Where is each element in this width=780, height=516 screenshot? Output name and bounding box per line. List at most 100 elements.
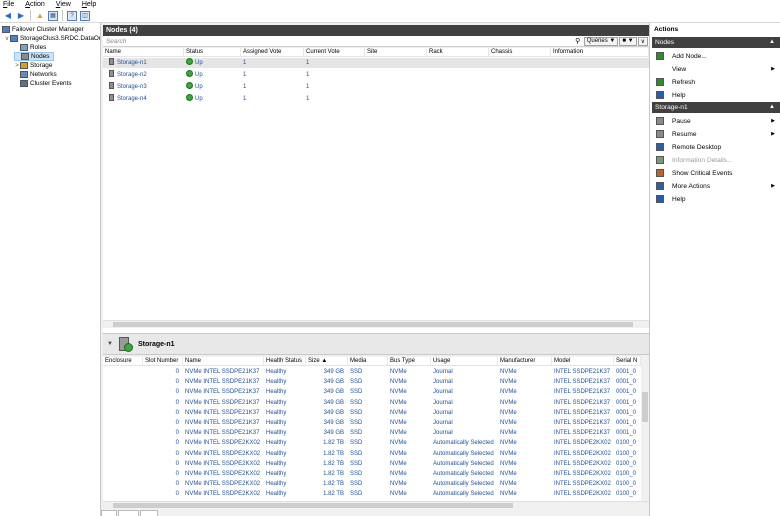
scroll-thumb[interactable] [113,503,513,508]
scroll-thumb[interactable] [113,322,633,327]
column-header-manufacturer[interactable]: Manufacturer [498,357,552,365]
scroll-thumb[interactable] [642,392,648,422]
collapse-section-icon[interactable]: ▲ [769,102,775,113]
manufacturer-cell: NVMe [500,399,517,406]
usage-cell: Journal [433,420,453,426]
back-arrow-icon[interactable]: ◀ [3,11,13,21]
help-icon [656,91,664,99]
column-header-size[interactable]: Size ▲ [306,357,348,365]
collapse-search-button[interactable]: ∨ [637,36,648,46]
tree-item-failover-cluster-manager[interactable]: Failover Cluster Manager [2,25,84,34]
tree-item-roles[interactable]: Roles [14,43,46,52]
disks-vertical-scrollbar[interactable] [641,357,649,507]
action-help[interactable]: Help [652,89,780,101]
table-row[interactable]: 0 NVMe INTEL SSDPE2KX02 Healthy 1.82 TB SSD N… [103,449,641,459]
column-header-rack[interactable]: Rack [427,48,489,56]
column-header-model[interactable]: Model [552,357,614,365]
status-up-icon [186,94,193,101]
column-header-current-vote[interactable]: Current Vote [304,48,365,56]
table-row[interactable]: 0 NVMe INTEL SSDPE21K37 Healthy 349 GB SSD NV… [103,408,641,418]
pause-icon [656,117,664,125]
table-row[interactable]: 0 NVMe INTEL SSDPE21K37 Healthy 349 GB SSD NV… [103,377,641,387]
column-header-bus-type[interactable]: Bus Type [388,357,431,365]
disk-name-cell: NVMe INTEL SSDPE21K37 [185,420,260,426]
action-add-node[interactable]: Add Node... [652,50,780,62]
column-header-status[interactable]: Status [184,48,241,56]
tree-item-storageclus3-srdc-dataon[interactable]: v StorageClus3.SRDC.DataOn [4,34,101,43]
save-query-button[interactable]: ■ ▼ [619,36,637,46]
menu-view[interactable]: View [56,1,71,8]
disk-name-cell: NVMe INTEL SSDPE2KX02 [185,491,261,498]
node-name-cell: Storage-n3 [103,82,184,92]
menu-help[interactable]: Help [82,1,96,8]
table-row[interactable]: Storage-n2 Up 1 1 [103,70,649,80]
slot-number-cell: 0 [175,460,179,467]
table-row[interactable]: Storage-n1 Up 1 1 [103,58,649,68]
tree-item-networks[interactable]: Networks [14,70,57,79]
table-row[interactable]: Storage-n4 Up 1 1 [103,94,649,104]
column-header-usage[interactable]: Usage [431,357,498,365]
menu-action[interactable]: Action [25,1,44,8]
size-cell: 349 GB [323,369,344,375]
table-row[interactable]: 0 NVMe INTEL SSDPE21K37 Healthy 349 GB SSD NV… [103,428,641,438]
action-remote-desktop[interactable]: Remote Desktop [652,141,780,153]
serial-number-cell: 0100_0 [616,450,637,457]
action-view[interactable]: View ▶ [652,63,780,75]
action-refresh[interactable]: Refresh [652,76,780,88]
table-row[interactable]: 0 NVMe INTEL SSDPE21K37 Healthy 349 GB SSD NV… [103,367,641,377]
actions-section-nodes[interactable]: Nodes ▲ [652,37,780,48]
submenu-arrow-icon: ▶ [771,118,775,124]
table-row[interactable]: 0 NVMe INTEL SSDPE2KX02 Healthy 1.82 TB SSD N… [103,469,641,479]
actions-section-storage-n1[interactable]: Storage-n1 ▲ [652,102,780,113]
column-header-media[interactable]: Media [348,357,388,365]
table-row[interactable]: 0 NVMe INTEL SSDPE2KX02 Healthy 1.82 TB SSD N… [103,489,641,499]
column-header-assigned-vote[interactable]: Assigned Vote [241,48,304,56]
tree-item-cluster-events[interactable]: Cluster Events [14,79,72,88]
table-row[interactable]: Storage-n3 Up 1 1 [103,82,649,92]
action-resume[interactable]: Resume ▶ [652,128,780,140]
table-row[interactable]: 0 NVMe INTEL SSDPE2KX02 Healthy 1.82 TB SSD N… [103,479,641,489]
show-hide-tree-icon[interactable]: ▦ [48,10,58,21]
table-row[interactable]: 0 NVMe INTEL SSDPE21K37 Healthy 349 GB SSD NV… [103,418,641,428]
tree-item-nodes[interactable]: Nodes [14,52,54,61]
column-header-serial-n[interactable]: Serial N [614,357,641,365]
column-header-health-status[interactable]: Health Status [264,357,306,365]
action-show-critical-events[interactable]: Show Critical Events [652,167,780,179]
tab-other[interactable] [139,510,159,516]
up-folder-icon[interactable]: ▲ [35,11,45,21]
information-details-icon [656,156,664,164]
column-header-site[interactable]: Site [365,48,427,56]
action-label: Remote Desktop [672,143,722,151]
table-row[interactable]: 0 NVMe INTEL SSDPE2KX02 Healthy 1.82 TB SSD N… [103,438,641,448]
queries-button[interactable]: Queries ▼ [583,36,619,46]
tab-disks[interactable] [101,510,117,516]
action-more-actions[interactable]: More Actions ▶ [652,180,780,192]
search-input[interactable]: Search [103,38,572,45]
column-header-slot-number[interactable]: Slot Number [143,357,183,365]
action-pause[interactable]: Pause ▶ [652,115,780,127]
search-icon[interactable]: ⚲ [572,37,584,45]
tab-network[interactable] [117,510,139,516]
nodes-horizontal-scrollbar[interactable] [103,320,649,328]
tree-item-label: StorageClus3.SRDC.DataOn [20,35,101,42]
forward-arrow-icon[interactable]: ▶ [16,11,26,21]
collapse-detail-icon[interactable]: ▼ [107,341,113,347]
table-row[interactable]: 0 NVMe INTEL SSDPE2KX02 Healthy 1.82 TB SSD N… [103,459,641,469]
help-toolbar-icon[interactable]: ? [67,10,77,21]
column-header-name[interactable]: Name [183,357,264,365]
action-help[interactable]: Help [652,193,780,205]
tree-item-storage[interactable]: > Storage [14,61,52,70]
collapse-section-icon[interactable]: ▲ [769,37,775,48]
action-pane-toggle-icon[interactable]: ◫ [80,10,90,21]
column-header-chassis[interactable]: Chassis [489,48,551,56]
enclosure-cell [103,367,143,377]
column-header-enclosure[interactable]: Enclosure [103,357,143,365]
table-row[interactable]: 0 NVMe INTEL SSDPE21K37 Healthy 349 GB SSD NV… [103,398,641,408]
submenu-arrow-icon: ▶ [771,131,775,137]
table-row[interactable]: 0 NVMe INTEL SSDPE21K37 Healthy 349 GB SSD NV… [103,387,641,397]
console-tree: Failover Cluster Manager v StorageClus3.SR… [0,23,101,516]
menu-file[interactable]: File [3,1,14,8]
column-header-information[interactable]: Information [551,48,649,56]
disks-horizontal-scrollbar[interactable] [103,501,649,509]
column-header-name[interactable]: Name [103,48,184,56]
